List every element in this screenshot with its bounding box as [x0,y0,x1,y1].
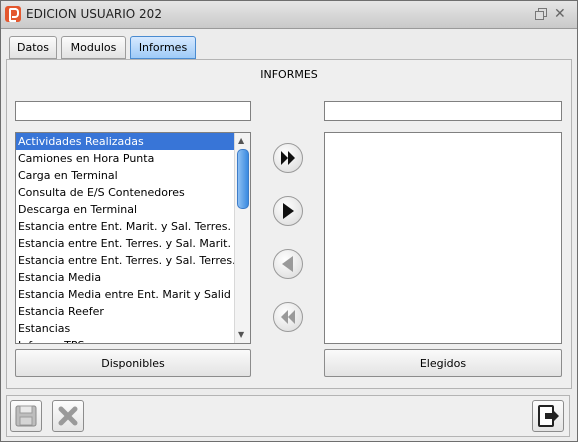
list-item[interactable]: Informe TPS [16,337,234,343]
list-item[interactable]: Estancia Media [16,269,234,286]
list-item[interactable]: Estancia entre Ent. Terres. y Sal. Terre… [16,252,234,269]
list-item[interactable]: Estancia Reefer [16,303,234,320]
exit-button[interactable] [532,400,564,432]
app-logo-icon [5,6,21,22]
list-item[interactable]: Estancia entre Ent. Terres. y Sal. Marit… [16,235,234,252]
move-left-button[interactable] [273,249,303,279]
available-list[interactable]: Actividades Realizadas Camiones en Hora P… [15,132,251,344]
tab-modulos[interactable]: Modulos [61,36,126,59]
title-bar[interactable]: EDICION USUARIO 202 ✕ [1,1,577,29]
list-item[interactable]: Camiones en Hora Punta [16,150,234,167]
list-item[interactable]: Actividades Realizadas [16,133,234,150]
elegidos-button[interactable]: Elegidos [324,349,562,377]
tab-datos[interactable]: Datos [9,36,57,59]
list-item[interactable]: Carga en Terminal [16,167,234,184]
exit-icon [538,405,559,427]
list-item[interactable]: Estancia Media entre Ent. Marit y Salid [16,286,234,303]
chosen-list[interactable] [324,132,562,344]
chosen-filter-input[interactable] [324,101,562,121]
move-all-right-button[interactable] [273,143,303,173]
scroll-down-icon[interactable]: ▼ [238,330,244,340]
section-title: INFORMES [260,68,318,81]
available-list-scrollbar[interactable]: ▲ ▼ [234,133,250,343]
close-icon[interactable]: ✕ [554,5,566,23]
restore-icon[interactable] [535,8,547,20]
move-all-left-button[interactable] [273,302,303,332]
cancel-icon [58,406,78,426]
move-right-button[interactable] [273,196,303,226]
scroll-thumb[interactable] [237,149,249,209]
double-arrow-left-icon [281,310,295,324]
disponibles-button[interactable]: Disponibles [15,349,251,377]
arrow-left-icon [282,256,293,272]
list-item[interactable]: Estancias [16,320,234,337]
double-arrow-right-icon [281,151,295,165]
cancel-button[interactable] [52,400,84,432]
window-title: EDICION USUARIO 202 [26,7,162,21]
scroll-up-icon[interactable]: ▲ [238,136,244,146]
list-item[interactable]: Estancia entre Ent. Marit. y Sal. Terres… [16,218,234,235]
arrow-right-icon [283,203,294,219]
list-item[interactable]: Consulta de E/S Contenedores [16,184,234,201]
tab-informes[interactable]: Informes [130,36,196,59]
save-button[interactable] [10,400,42,432]
save-icon [15,405,37,427]
list-item[interactable]: Descarga en Terminal [16,201,234,218]
available-filter-input[interactable] [15,101,251,121]
footer-bar [6,395,570,437]
